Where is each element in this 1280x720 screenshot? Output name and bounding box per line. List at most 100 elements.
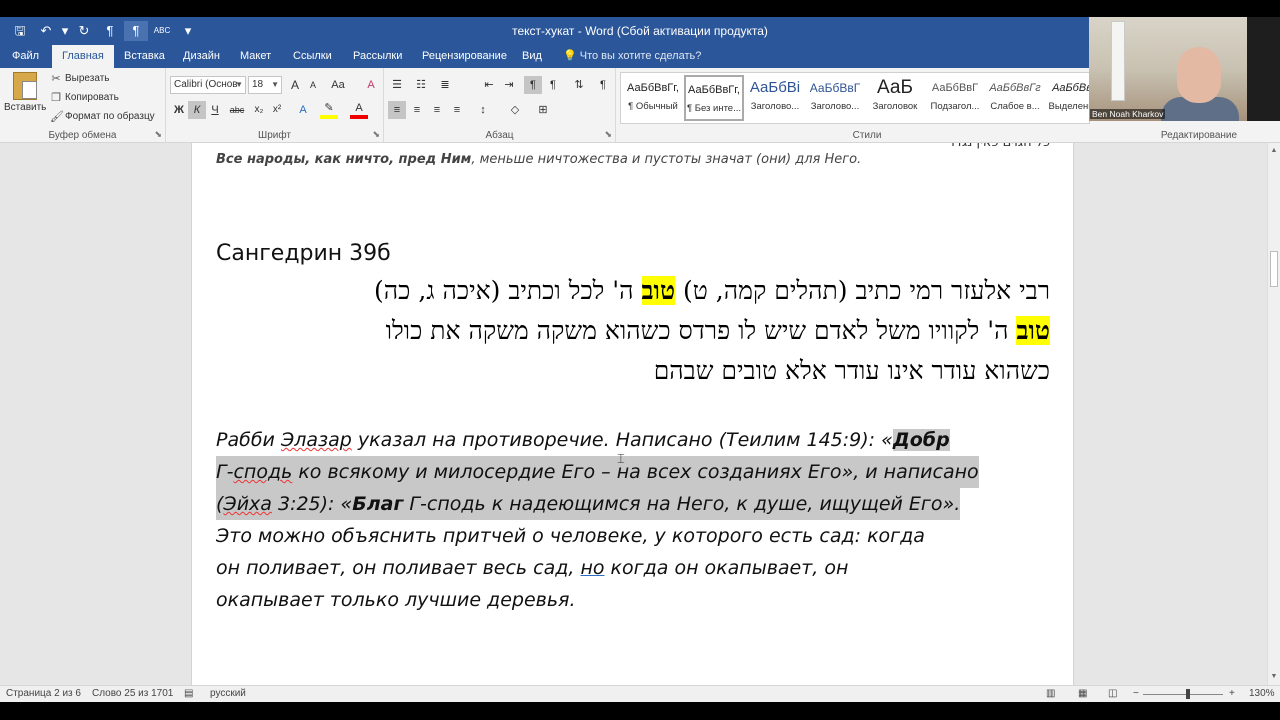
translation-line: Все народы, как ничто, пред Ним, меньше … — [216, 152, 861, 167]
rtl-direction-icon[interactable]: ¶ — [544, 76, 562, 94]
ru-text: он поливает, он поливает весь сад, — [216, 557, 581, 579]
align-left-icon[interactable]: ≡ — [388, 101, 406, 119]
ltr-direction-icon[interactable]: ¶ — [524, 76, 542, 94]
format-painter-label: Формат по образцу — [65, 111, 155, 122]
proofing-icon[interactable]: ▤ — [184, 688, 193, 699]
paragraph-group: ☰ ☷ ≣ ⇤ ⇥ ¶ ¶ ⇅ ¶ ≡ ≡ ≡ ≡ ↕ ◇ ⊞ Абзац ⬊ — [384, 68, 616, 143]
grow-font-button[interactable]: A — [286, 76, 304, 94]
ribbon: Вставить ✂ Вырезать ❐ Копировать 🖌 Форма… — [0, 68, 1280, 143]
tab-file[interactable]: Файл — [2, 45, 49, 68]
print-layout-icon[interactable]: ▦ — [1078, 688, 1087, 699]
russian-line-3: (Эйха 3:25): «Благ Г-сподь к надеющимся … — [216, 488, 961, 520]
shrink-font-button[interactable]: A — [304, 76, 322, 94]
video-call-overlay: Ben Noah Kharkov — [1089, 17, 1247, 121]
zoom-in-button[interactable]: + — [1229, 688, 1235, 699]
style-no-spacing[interactable]: АаБбВвГг, ¶ Без инте... — [684, 75, 744, 121]
hebrew-text: ה' לכל וכתיב (איכה ג, כה) — [374, 276, 642, 305]
font-name-combo[interactable]: Calibri (Основ ▼ — [170, 76, 246, 94]
clipboard-launcher-icon[interactable]: ⬊ — [154, 129, 162, 140]
zoom-out-button[interactable]: − — [1133, 688, 1139, 699]
scroll-up-icon[interactable]: ▲ — [1268, 145, 1280, 157]
tab-home[interactable]: Главная — [52, 45, 114, 68]
tab-design[interactable]: Дизайн — [173, 45, 230, 68]
title-bar: 🖫 ↶ ▾ ↻ ¶ ¶ ABC ▾ текст-хукат - Word (Сб… — [0, 17, 1280, 45]
style-name: Слабое в... — [990, 101, 1040, 112]
clipboard-group-label: Буфер обмена — [48, 130, 117, 141]
paste-icon — [13, 72, 37, 100]
tab-view[interactable]: Вид — [512, 45, 552, 68]
style-name: Заголово... — [750, 101, 800, 112]
scroll-thumb[interactable] — [1270, 251, 1278, 287]
subscript-button[interactable]: x₂ — [250, 101, 268, 119]
tab-references[interactable]: Ссылки — [283, 45, 342, 68]
bullets-icon[interactable]: ☰ — [388, 76, 406, 94]
editing-group-label: Редактирование — [1160, 130, 1238, 141]
tab-mailings[interactable]: Рассылки — [343, 45, 412, 68]
style-name: ¶ Без инте... — [686, 103, 742, 114]
paste-label: Вставить — [4, 102, 47, 113]
cut-label: Вырезать — [65, 73, 110, 84]
format-painter-button[interactable]: 🖌 Формат по образцу — [50, 110, 155, 123]
align-right-icon[interactable]: ≡ — [428, 101, 446, 119]
web-layout-icon[interactable]: ◫ — [1108, 688, 1117, 699]
participant-head — [1177, 47, 1221, 103]
justify-icon[interactable]: ≡ — [448, 101, 466, 119]
vertical-scrollbar[interactable]: ▲ ▼ — [1267, 143, 1280, 685]
style-normal[interactable]: АаБбВвГг, ¶ Обычный — [623, 75, 683, 121]
style-subtle-emphasis[interactable]: АаБбВвГг Слабое в... — [985, 75, 1045, 121]
change-case-button[interactable]: Aa — [326, 76, 350, 94]
style-title[interactable]: АаБ Заголовок — [865, 75, 925, 121]
background-window — [1111, 21, 1125, 101]
translation-bold: Все народы, как ничто, пред Ним — [216, 152, 472, 167]
styles-group-label: Стили — [852, 130, 882, 141]
language[interactable]: русский — [210, 688, 246, 699]
scroll-down-icon[interactable]: ▼ — [1268, 671, 1280, 683]
style-subtitle[interactable]: АаБбВвГ Подзагол... — [925, 75, 985, 121]
ru-text: 3:25): « — [271, 493, 353, 515]
word-count[interactable]: Слово 25 из 1701 — [92, 688, 173, 699]
tell-me-search[interactable]: 💡 Что вы хотите сделать? — [553, 45, 711, 68]
line-spacing-icon[interactable]: ↕ — [474, 101, 492, 119]
style-sample: АаБбВвГг, — [627, 82, 679, 94]
multilevel-list-icon[interactable]: ≣ — [436, 76, 454, 94]
strikethrough-button[interactable]: abc — [226, 101, 248, 119]
font-launcher-icon[interactable]: ⬊ — [372, 129, 380, 140]
tab-insert[interactable]: Вставка — [114, 45, 175, 68]
align-center-icon[interactable]: ≡ — [408, 101, 426, 119]
copy-button[interactable]: ❐ Копировать — [50, 91, 119, 104]
style-heading-1[interactable]: АаБбВі Заголово... — [745, 75, 805, 121]
zoom-slider[interactable] — [1143, 694, 1223, 695]
zoom-slider-thumb[interactable] — [1186, 689, 1190, 699]
numbering-icon[interactable]: ☷ — [412, 76, 430, 94]
paragraph-launcher-icon[interactable]: ⬊ — [604, 129, 612, 140]
borders-icon[interactable]: ⊞ — [534, 101, 552, 119]
read-mode-icon[interactable]: ▥ — [1046, 688, 1055, 699]
decrease-indent-icon[interactable]: ⇤ — [480, 76, 498, 94]
clear-formatting-button[interactable]: A — [362, 76, 380, 94]
ru-misspelled: Элазар — [280, 429, 352, 451]
russian-line-6: окапывает только лучшие деревья. — [216, 589, 576, 611]
shading-icon[interactable]: ◇ — [506, 101, 524, 119]
scissors-icon: ✂ — [51, 73, 61, 85]
italic-button[interactable]: К — [188, 101, 206, 119]
style-emphasis[interactable]: АаБбВвГ Выделени... — [1045, 75, 1090, 121]
font-color-icon[interactable]: A — [350, 101, 368, 119]
zoom-level[interactable]: 130% — [1249, 688, 1275, 699]
tab-layout[interactable]: Макет — [230, 45, 281, 68]
page-count[interactable]: Страница 2 из 6 — [6, 688, 81, 699]
highlight-icon[interactable]: ✎ — [320, 101, 338, 119]
style-heading-2[interactable]: АаБбВвГ Заголово... — [805, 75, 865, 121]
font-size-combo[interactable]: 18 ▼ — [248, 76, 282, 94]
paste-button[interactable]: Вставить — [4, 72, 46, 122]
bold-button[interactable]: Ж — [170, 101, 188, 119]
increase-indent-icon[interactable]: ⇥ — [500, 76, 518, 94]
underline-button[interactable]: Ч — [206, 101, 224, 119]
tab-review[interactable]: Рецензирование — [412, 45, 517, 68]
superscript-button[interactable]: x² — [268, 101, 286, 119]
text-effects-icon[interactable]: A — [294, 101, 312, 119]
sort-icon[interactable]: ⇅ — [570, 76, 588, 94]
cut-button[interactable]: ✂ Вырезать — [50, 72, 109, 85]
show-marks-icon[interactable]: ¶ — [594, 76, 612, 94]
document-page[interactable]: כל הגוים כאין נגדו Все народы, как ничто… — [191, 143, 1074, 685]
styles-gallery: АаБбВвГг, ¶ Обычный АаБбВвГг, ¶ Без инте… — [620, 72, 1090, 124]
